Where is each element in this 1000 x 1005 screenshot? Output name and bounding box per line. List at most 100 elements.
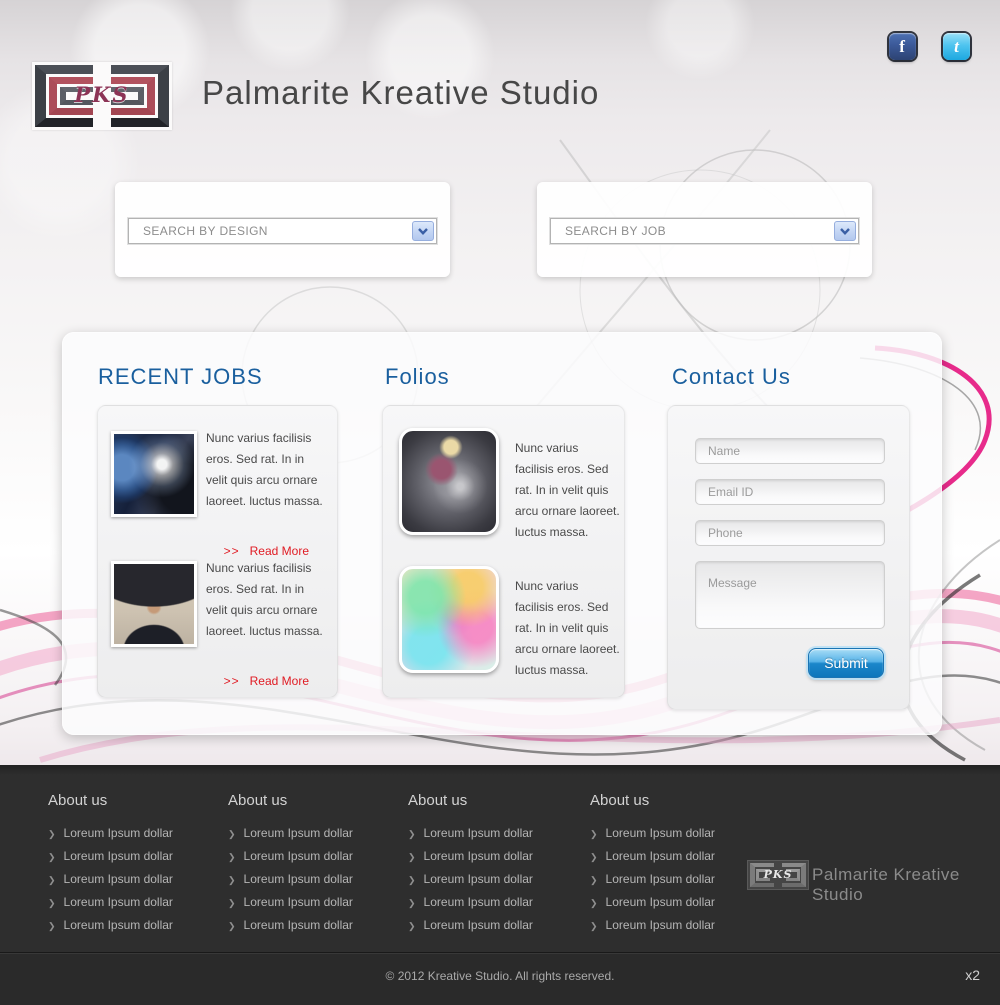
search-by-job-card: SEARCH BY JOB bbox=[537, 182, 872, 277]
facebook-icon[interactable]: f bbox=[888, 33, 916, 60]
arrow-right-icon: ❯ bbox=[228, 875, 236, 885]
footer-link[interactable]: ❯ Loreum Ipsum dollar bbox=[590, 872, 760, 886]
footer-link[interactable]: ❯ Loreum Ipsum dollar bbox=[408, 826, 578, 840]
search-by-design-label: SEARCH BY DESIGN bbox=[143, 224, 268, 238]
arrow-right-icon: ❯ bbox=[48, 875, 56, 885]
job-item-text: Nunc varius facilisis eros. Sed rat. In … bbox=[206, 561, 323, 638]
footer-column-heading: About us bbox=[48, 792, 108, 809]
footer-link-label: Loreum Ipsum dollar bbox=[605, 849, 715, 863]
footer-link-label: Loreum Ipsum dollar bbox=[243, 895, 353, 909]
contact-panel: Submit bbox=[667, 405, 910, 710]
footer-link-label: Loreum Ipsum dollar bbox=[423, 918, 533, 932]
footer: About us ❯ Loreum Ipsum dollar ❯ Loreum Ip… bbox=[0, 765, 1000, 952]
footer-link-label: Loreum Ipsum dollar bbox=[243, 849, 353, 863]
folio-photo-dancer[interactable] bbox=[399, 428, 499, 535]
logo-monogram: PKS bbox=[74, 82, 130, 107]
arrow-right-icon: ❯ bbox=[48, 921, 56, 931]
footer-link-label: Loreum Ipsum dollar bbox=[423, 849, 533, 863]
arrow-right-icon: ❯ bbox=[48, 852, 56, 862]
footer-link-label: Loreum Ipsum dollar bbox=[605, 872, 715, 886]
folio-item-text: Nunc varius facilisis eros. Sed rat. In … bbox=[515, 441, 620, 539]
footer-link[interactable]: ❯ Loreum Ipsum dollar bbox=[48, 895, 218, 909]
folios-panel: Nunc varius facilisis eros. Sed rat. In … bbox=[382, 405, 625, 698]
footer-link-label: Loreum Ipsum dollar bbox=[423, 895, 533, 909]
arrow-right-icon: ❯ bbox=[228, 921, 236, 931]
site-title: Palmarite Kreative Studio bbox=[202, 74, 600, 111]
arrow-right-icon: ❯ bbox=[408, 852, 416, 862]
footer-link[interactable]: ❯ Loreum Ipsum dollar bbox=[48, 872, 218, 886]
footer-link[interactable]: ❯ Loreum Ipsum dollar bbox=[228, 826, 398, 840]
read-more-link[interactable]: >> Read More bbox=[224, 544, 309, 558]
footer-link-label: Loreum Ipsum dollar bbox=[605, 918, 715, 932]
footer-link[interactable]: ❯ Loreum Ipsum dollar bbox=[228, 895, 398, 909]
bottom-bar: © 2012 Kreative Studio. All rights reser… bbox=[0, 952, 1000, 1005]
recent-jobs-panel: Nunc varius facilisis eros. Sed rat. In … bbox=[97, 405, 338, 698]
arrow-right-icon: ❯ bbox=[590, 875, 598, 885]
twitter-icon[interactable]: t bbox=[943, 33, 970, 60]
read-more-arrows: >> bbox=[223, 674, 240, 688]
read-more-label: Read More bbox=[249, 674, 309, 688]
footer-column-heading: About us bbox=[228, 792, 288, 809]
read-more-arrows: >> bbox=[223, 544, 240, 558]
search-by-job-select[interactable]: SEARCH BY JOB bbox=[550, 218, 859, 244]
read-more-link[interactable]: >> Read More bbox=[224, 674, 309, 688]
footer-link-label: Loreum Ipsum dollar bbox=[605, 826, 715, 840]
footer-logo: PKS bbox=[748, 861, 808, 889]
footer-link-label: Loreum Ipsum dollar bbox=[243, 826, 353, 840]
footer-link-label: Loreum Ipsum dollar bbox=[605, 895, 715, 909]
footer-link[interactable]: ❯ Loreum Ipsum dollar bbox=[590, 826, 760, 840]
footer-link[interactable]: ❯ Loreum Ipsum dollar bbox=[48, 849, 218, 863]
footer-link[interactable]: ❯ Loreum Ipsum dollar bbox=[228, 918, 398, 932]
site-logo[interactable]: PKS bbox=[32, 62, 172, 130]
arrow-right-icon: ❯ bbox=[408, 921, 416, 931]
footer-link[interactable]: ❯ Loreum Ipsum dollar bbox=[408, 918, 578, 932]
folio-photo-colorful[interactable] bbox=[399, 566, 499, 673]
footer-link[interactable]: ❯ Loreum Ipsum dollar bbox=[48, 826, 218, 840]
job-item-text: Nunc varius facilisis eros. Sed rat. In … bbox=[206, 431, 323, 508]
footer-link-label: Loreum Ipsum dollar bbox=[243, 918, 353, 932]
footer-link-label: Loreum Ipsum dollar bbox=[243, 872, 353, 886]
job-photo-umbrella bbox=[111, 561, 197, 647]
footer-column: About us ❯ Loreum Ipsum dollar ❯ Loreum Ip… bbox=[48, 792, 218, 941]
arrow-right-icon: ❯ bbox=[590, 829, 598, 839]
folio-item-text: Nunc varius facilisis eros. Sed rat. In … bbox=[515, 579, 620, 677]
search-by-design-select[interactable]: SEARCH BY DESIGN bbox=[128, 218, 437, 244]
chevron-down-icon[interactable] bbox=[834, 221, 856, 241]
footer-link[interactable]: ❯ Loreum Ipsum dollar bbox=[408, 849, 578, 863]
email-field[interactable] bbox=[695, 479, 885, 505]
message-field[interactable] bbox=[695, 561, 885, 629]
footer-link[interactable]: ❯ Loreum Ipsum dollar bbox=[48, 918, 218, 932]
footer-column-heading: About us bbox=[408, 792, 468, 809]
footer-link[interactable]: ❯ Loreum Ipsum dollar bbox=[408, 895, 578, 909]
arrow-right-icon: ❯ bbox=[228, 898, 236, 908]
arrow-right-icon: ❯ bbox=[48, 898, 56, 908]
footer-column-heading: About us bbox=[590, 792, 650, 809]
scale-note: x2 bbox=[965, 967, 980, 983]
arrow-right-icon: ❯ bbox=[590, 852, 598, 862]
name-field[interactable] bbox=[695, 438, 885, 464]
footer-link[interactable]: ❯ Loreum Ipsum dollar bbox=[590, 895, 760, 909]
arrow-right-icon: ❯ bbox=[408, 829, 416, 839]
footer-link[interactable]: ❯ Loreum Ipsum dollar bbox=[590, 918, 760, 932]
search-by-design-card: SEARCH BY DESIGN bbox=[115, 182, 450, 277]
arrow-right-icon: ❯ bbox=[48, 829, 56, 839]
footer-brand-text: Palmarite Kreative Studio bbox=[812, 865, 960, 904]
page: PKS Palmarite Kreative Studio f t SEARCH… bbox=[0, 0, 1000, 1005]
phone-field[interactable] bbox=[695, 520, 885, 546]
arrow-right-icon: ❯ bbox=[408, 898, 416, 908]
recent-jobs-heading: RECENT JOBS bbox=[98, 364, 263, 389]
submit-button[interactable]: Submit bbox=[808, 648, 884, 678]
footer-link-label: Loreum Ipsum dollar bbox=[63, 826, 173, 840]
footer-link[interactable]: ❯ Loreum Ipsum dollar bbox=[228, 849, 398, 863]
chevron-down-icon[interactable] bbox=[412, 221, 434, 241]
copyright-text: © 2012 Kreative Studio. All rights reser… bbox=[385, 969, 615, 983]
social-links: f t bbox=[866, 33, 970, 60]
footer-link[interactable]: ❯ Loreum Ipsum dollar bbox=[590, 849, 760, 863]
footer-link-label: Loreum Ipsum dollar bbox=[63, 918, 173, 932]
footer-link-label: Loreum Ipsum dollar bbox=[423, 826, 533, 840]
footer-link-label: Loreum Ipsum dollar bbox=[63, 895, 173, 909]
footer-link[interactable]: ❯ Loreum Ipsum dollar bbox=[408, 872, 578, 886]
footer-column: About us ❯ Loreum Ipsum dollar ❯ Loreum Ip… bbox=[228, 792, 398, 941]
footer-link[interactable]: ❯ Loreum Ipsum dollar bbox=[228, 872, 398, 886]
search-by-job-label: SEARCH BY JOB bbox=[565, 224, 667, 238]
